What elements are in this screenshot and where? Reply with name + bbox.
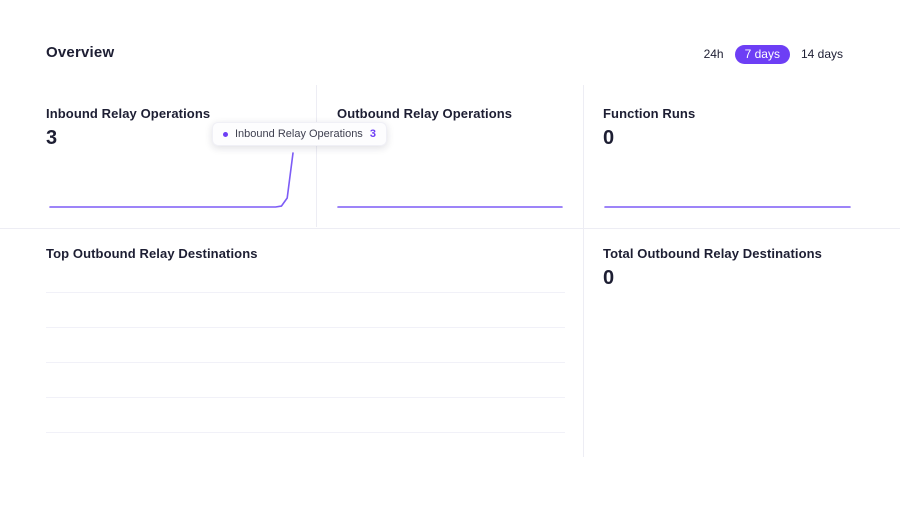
chart-tooltip: Inbound Relay Operations 3 [212,122,387,146]
card-divider-vertical-1 [316,85,317,227]
top-destinations-card-title: Top Outbound Relay Destinations [46,246,258,261]
total-destinations-card-title: Total Outbound Relay Destinations [603,246,822,261]
inbound-relay-card-title: Inbound Relay Operations [46,106,210,121]
table-row-divider [46,397,565,398]
page-title: Overview [46,44,114,61]
time-range-option-7days[interactable]: 7 days [735,45,790,64]
function-runs-sparkline-chart[interactable] [604,150,851,212]
table-row-divider [46,327,565,328]
time-range-selector: 24h 7 days 14 days [702,45,845,64]
inbound-relay-sparkline-chart[interactable] [49,150,294,212]
time-range-option-24h[interactable]: 24h [702,45,726,64]
outbound-relay-sparkline-chart[interactable] [337,150,563,212]
table-row-divider [46,362,565,363]
tooltip-series-value: 3 [370,128,376,140]
destinations-table-rows [46,292,565,433]
tooltip-series-label: Inbound Relay Operations [235,128,363,140]
function-runs-card-title: Function Runs [603,106,695,121]
function-runs-card-value: 0 [603,127,614,149]
inbound-relay-card-value: 3 [46,127,57,149]
time-range-option-14days[interactable]: 14 days [799,45,845,64]
section-divider-horizontal [0,228,900,229]
table-row-divider [46,292,565,293]
overview-page: Overview 24h 7 days 14 days Inbound Rela… [0,0,900,505]
outbound-relay-card-title: Outbound Relay Operations [337,106,512,121]
card-divider-vertical-2 [583,85,584,457]
table-row-divider [46,432,565,433]
series-dot-icon [223,132,228,137]
total-destinations-card-value: 0 [603,267,614,289]
